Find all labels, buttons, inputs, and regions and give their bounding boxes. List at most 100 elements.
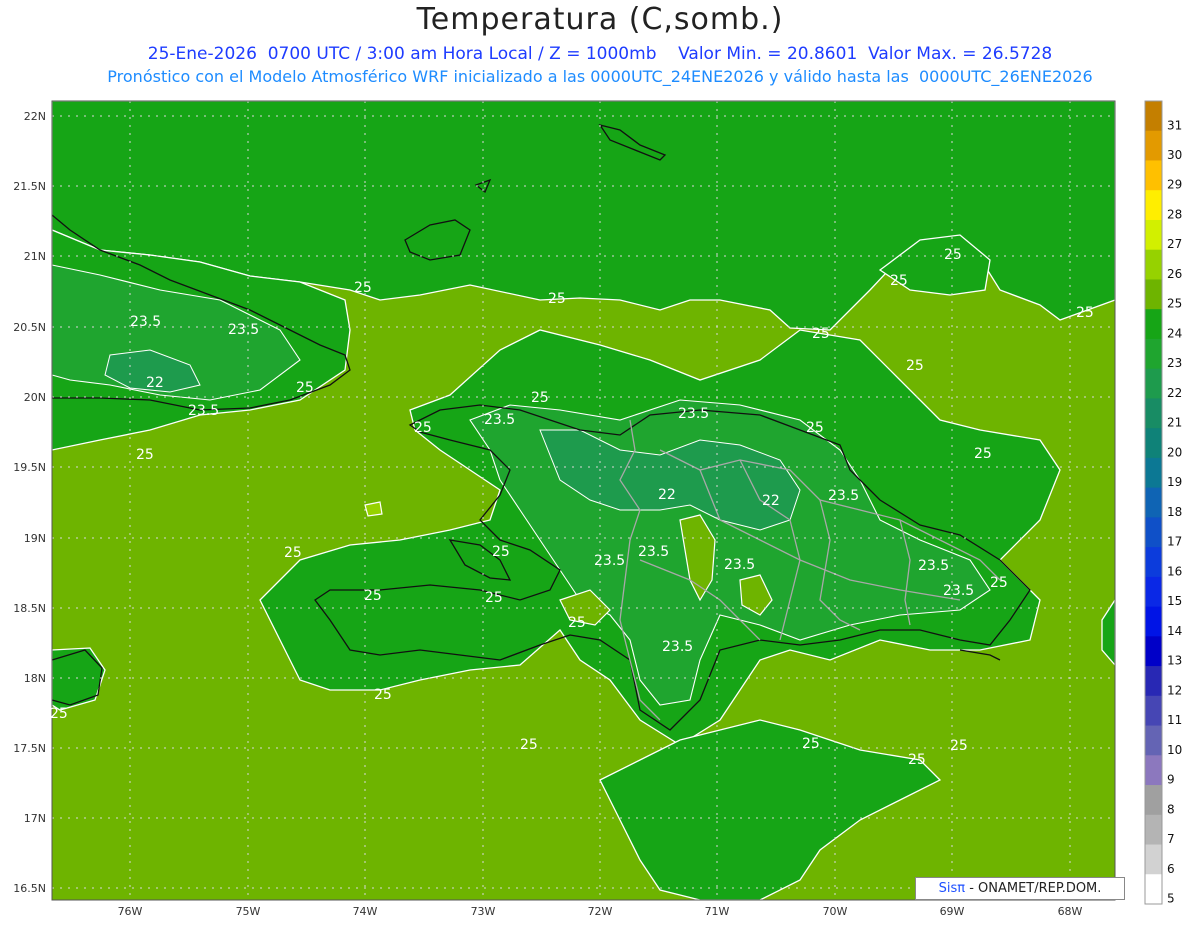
colorbar-swatch — [1145, 547, 1162, 578]
longitude-labels: 76W 75W 74W 73W 72W 71W 70W 69W 68W — [118, 905, 1083, 918]
colorbar-label: 18 — [1167, 505, 1182, 519]
colorbar-swatch — [1145, 338, 1162, 370]
colorbar-swatch — [1145, 249, 1162, 280]
colorbar-label: 12 — [1167, 683, 1182, 697]
colorbar-label: 20 — [1167, 445, 1182, 459]
colorbar-swatch — [1145, 101, 1162, 132]
colorbar-swatch — [1145, 487, 1162, 518]
colorbar-swatch — [1145, 428, 1162, 459]
colorbar-label: 25 — [1167, 297, 1182, 311]
colorbar-label: 30 — [1167, 148, 1182, 162]
contour-label: 25 — [492, 544, 510, 560]
colorbar-label: 27 — [1167, 237, 1182, 251]
contour-label: 25 — [812, 326, 830, 342]
colorbar: 31 30 29 28 27 26 25 24 23 22 21 20 19 18 17 16 15 14 13 12… — [1144, 100, 1182, 906]
colorbar-label: 22 — [1167, 386, 1182, 400]
lat-label: 20N — [24, 391, 46, 404]
temperature-map: 22N 21.5N 21N 20.5N 20N 19.5N 19N 18.5N … — [13, 100, 1182, 918]
lat-label: 17N — [24, 812, 46, 825]
contour-label: 25 — [802, 736, 820, 752]
colorbar-swatch — [1145, 785, 1162, 816]
contour-label: 25 — [296, 380, 314, 396]
contour-label: 22 — [658, 487, 676, 503]
lon-label: 70W — [823, 905, 848, 918]
contour-label: 23.5 — [724, 557, 755, 573]
contour-label: 23.5 — [130, 314, 161, 330]
colorbar-swatch — [1145, 666, 1162, 697]
contour-label: 23.5 — [943, 583, 974, 599]
contour-label: 22 — [146, 375, 164, 391]
colorbar-label: 9 — [1167, 773, 1175, 787]
colorbar-swatch — [1145, 219, 1162, 251]
contour-label: 23.5 — [188, 403, 219, 419]
colorbar-label: 5 — [1167, 892, 1175, 906]
lon-label: 72W — [588, 905, 613, 918]
contour-label: 25 — [908, 752, 926, 768]
colorbar-label: 7 — [1167, 832, 1175, 846]
lat-label: 18.5N — [13, 602, 46, 615]
contour-label: 25 — [974, 446, 992, 462]
colorbar-label: 16 — [1167, 564, 1182, 578]
colorbar-swatch — [1145, 874, 1162, 905]
lat-label: 19N — [24, 532, 46, 545]
brand-label: Sisπ — [938, 881, 966, 896]
contour-label: 25 — [990, 575, 1008, 591]
colorbar-swatch — [1145, 695, 1162, 727]
contour-label: 25 — [548, 291, 566, 307]
contour-label: 25 — [520, 737, 538, 753]
lon-label: 74W — [353, 905, 378, 918]
latitude-labels: 22N 21.5N 21N 20.5N 20N 19.5N 19N 18.5N … — [13, 110, 46, 895]
colorbar-label: 14 — [1167, 624, 1182, 638]
contour-label: 25 — [806, 420, 824, 436]
contour-label: 23.5 — [638, 544, 669, 560]
lat-label: 22N — [24, 110, 46, 123]
lat-label: 21N — [24, 250, 46, 263]
colorbar-label: 11 — [1167, 713, 1182, 727]
contour-label: 23.5 — [594, 553, 625, 569]
contour-label: 25 — [374, 687, 392, 703]
contour-label: 23.5 — [678, 406, 709, 422]
colorbar-swatch — [1145, 457, 1162, 489]
colorbar-swatch — [1145, 606, 1162, 637]
lon-label: 76W — [118, 905, 143, 918]
credit-box: Sisπ - ONAMET/REP.DOM. — [915, 877, 1125, 900]
colorbar-label: 17 — [1167, 535, 1182, 549]
lon-label: 71W — [705, 905, 730, 918]
colorbar-label: 31 — [1167, 118, 1182, 132]
contour-label: 22 — [762, 493, 780, 509]
colorbar-label: 13 — [1167, 654, 1182, 668]
contour-label: 25 — [568, 615, 586, 631]
colorbar-swatch — [1145, 844, 1162, 875]
colorbar-label: 23 — [1167, 356, 1182, 370]
contour-label: 25 — [531, 390, 549, 406]
colorbar-swatch — [1145, 576, 1162, 608]
lat-label: 17.5N — [13, 742, 46, 755]
colorbar-label: 15 — [1167, 594, 1182, 608]
lon-label: 73W — [471, 905, 496, 918]
lat-label: 16.5N — [13, 882, 46, 895]
lat-label: 21.5N — [13, 180, 46, 193]
contour-label: 23.5 — [918, 558, 949, 574]
colorbar-label: 6 — [1167, 862, 1175, 876]
colorbar-swatch — [1145, 368, 1162, 399]
colorbar-swatch — [1145, 309, 1162, 340]
colorbar-label: 24 — [1167, 326, 1182, 340]
contour-label: 23.5 — [228, 322, 259, 338]
colorbar-swatch — [1145, 130, 1162, 161]
lat-label: 19.5N — [13, 461, 46, 474]
contour-label: 25 — [414, 420, 432, 436]
colorbar-label: 8 — [1167, 802, 1175, 816]
colorbar-swatch — [1145, 398, 1162, 429]
contour-label: 25 — [485, 590, 503, 606]
lat-label: 20.5N — [13, 321, 46, 334]
colorbar-label: 10 — [1167, 743, 1182, 757]
lon-label: 68W — [1058, 905, 1083, 918]
colorbar-swatch — [1145, 517, 1162, 548]
contour-label: 25 — [1076, 305, 1094, 321]
contour-label: 25 — [950, 738, 968, 754]
contour-label: 23.5 — [828, 488, 859, 504]
colorbar-swatch — [1145, 636, 1162, 667]
contour-label: 25 — [136, 447, 154, 463]
contour-label: 25 — [364, 588, 382, 604]
contour-label: 25 — [890, 273, 908, 289]
